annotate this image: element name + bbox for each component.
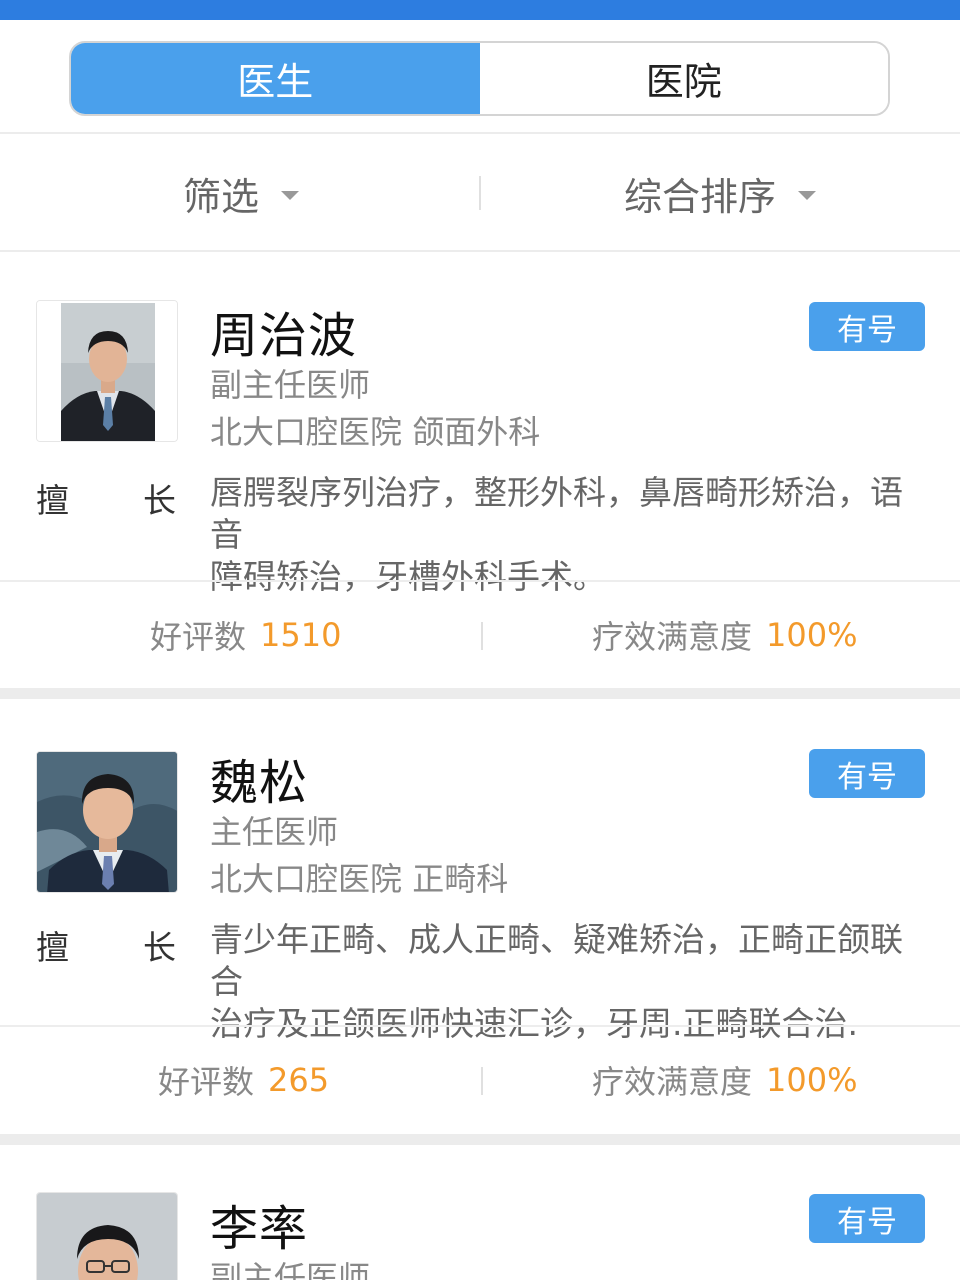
tab-doctor[interactable]: 医生 (71, 43, 480, 114)
card-separator (0, 688, 960, 699)
chevron-down-icon (281, 190, 300, 200)
specialty-label-char: 擅 (36, 481, 69, 520)
sort-label: 综合排序 (624, 174, 777, 219)
satisfaction-stat: 疗效满意度 100% (592, 1027, 858, 1133)
doctor-photo (37, 1193, 177, 1280)
specialty-label-char: 长 (143, 481, 176, 520)
card-separator (0, 1134, 960, 1145)
doctor-name: 李率 (210, 1201, 309, 1257)
doctor-name: 魏松 (210, 755, 309, 811)
segmented-control: 医生 医院 (69, 41, 890, 116)
specialty-line: 唇腭裂序列治疗，整形外科，鼻唇畸形矫治，语音 (210, 473, 903, 554)
doctor-hospital-line: 北大口腔医院 颌面外科 (210, 407, 540, 453)
satisfaction-value: 100% (766, 1061, 858, 1099)
stat-divider (481, 622, 483, 650)
doctor-hospital: 北大口腔医院 (210, 413, 403, 451)
doctor-card[interactable]: 周治波 副主任医师 北大口腔医院 颌面外科 有号 擅 长 唇腭裂序列治疗，整形外… (0, 252, 960, 688)
satisfaction-value: 100% (766, 616, 858, 654)
doctor-hospital: 北大口腔医院 (210, 860, 403, 898)
doctor-department: 正畸科 (412, 860, 509, 898)
status-bar (0, 0, 960, 20)
doctor-stats: 好评数 265 疗效满意度 100% (0, 1025, 960, 1133)
reviews-stat: 好评数 265 (158, 1027, 329, 1133)
specialty-line: 青少年正畸、成人正畸、疑难矫治，正畸正颌联合 (210, 920, 903, 1001)
reviews-stat: 好评数 1510 (150, 582, 341, 688)
doctor-title: 主任医师 (210, 813, 339, 851)
segment-header: 医生 医院 (0, 20, 960, 134)
available-badge[interactable]: 有号 (809, 302, 925, 351)
filter-divider (479, 176, 481, 210)
available-badge[interactable]: 有号 (809, 749, 925, 798)
filter-label: 筛选 (183, 174, 260, 219)
avatar (36, 751, 178, 893)
doctor-stats: 好评数 1510 疗效满意度 100% (0, 580, 960, 688)
specialty-label: 擅 长 (36, 921, 176, 969)
filter-dropdown[interactable]: 筛选 (183, 136, 300, 250)
avatar (36, 1192, 178, 1280)
avatar (36, 300, 178, 442)
doctor-photo (37, 752, 177, 892)
filter-bar: 筛选 综合排序 (0, 136, 960, 252)
specialty-label-char: 长 (143, 928, 176, 967)
doctor-name: 周治波 (210, 308, 358, 364)
satisfaction-stat: 疗效满意度 100% (592, 582, 858, 688)
satisfaction-label: 疗效满意度 (592, 618, 753, 656)
reviews-count: 1510 (260, 616, 342, 654)
sort-dropdown[interactable]: 综合排序 (624, 136, 817, 250)
doctor-card[interactable]: 李率 副主任医师 有号 (0, 1145, 960, 1280)
available-badge[interactable]: 有号 (809, 1194, 925, 1243)
doctor-title: 副主任医师 (210, 366, 371, 404)
doctor-title: 副主任医师 (210, 1259, 371, 1280)
reviews-label: 好评数 (150, 618, 247, 656)
stat-divider (481, 1067, 483, 1095)
chevron-down-icon (798, 190, 817, 200)
satisfaction-label: 疗效满意度 (592, 1063, 753, 1101)
tab-hospital[interactable]: 医院 (479, 43, 888, 114)
doctor-department: 颌面外科 (412, 413, 541, 451)
reviews-label: 好评数 (158, 1063, 255, 1101)
reviews-count: 265 (268, 1061, 330, 1099)
doctor-card[interactable]: 魏松 主任医师 北大口腔医院 正畸科 有号 擅 长 青少年正畸、成人正畸、疑难矫… (0, 699, 960, 1134)
specialty-label: 擅 长 (36, 474, 176, 522)
doctor-photo (37, 301, 177, 441)
doctor-hospital-line: 北大口腔医院 正畸科 (210, 854, 508, 900)
specialty-label-char: 擅 (36, 928, 69, 967)
